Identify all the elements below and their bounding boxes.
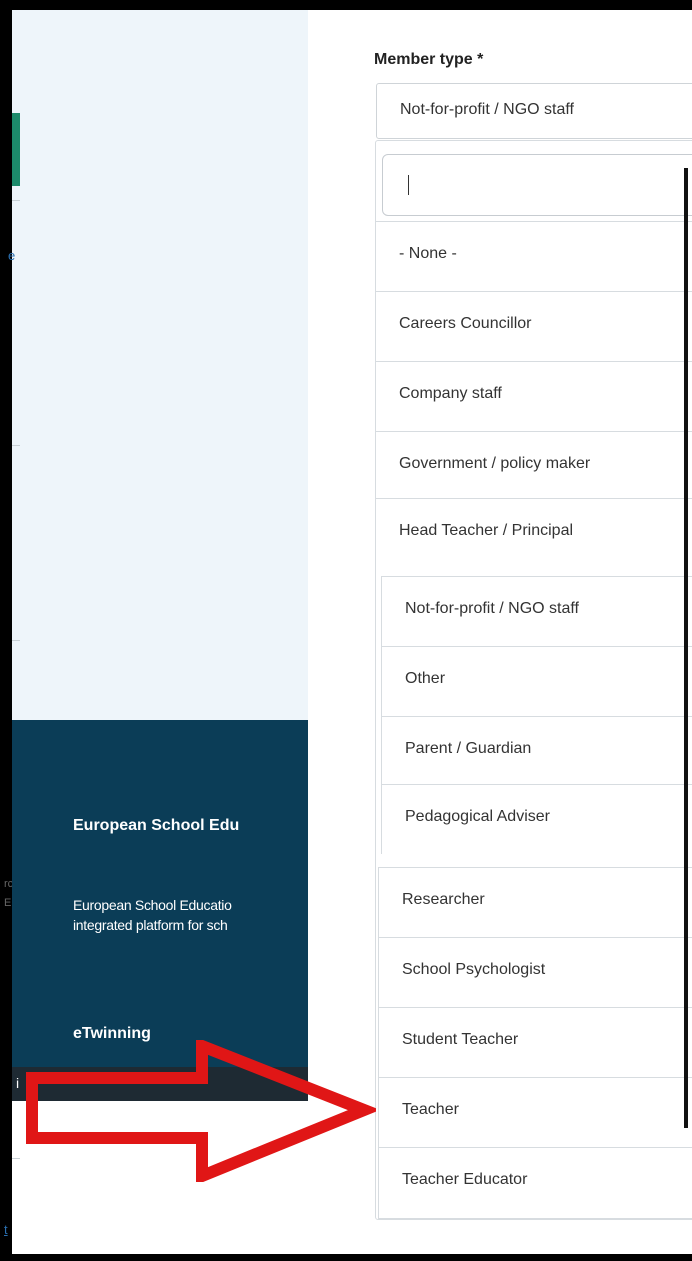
dropdown-option[interactable]: Government / policy maker bbox=[375, 431, 692, 501]
option-label: Government / policy maker bbox=[399, 455, 591, 472]
footer-description-line: integrated platform for sch bbox=[73, 917, 228, 933]
text-fragment: t bbox=[4, 1222, 8, 1237]
option-label: - None - bbox=[399, 245, 457, 262]
option-label: Teacher Educator bbox=[402, 1171, 528, 1188]
option-label: Pedagogical Adviser bbox=[405, 808, 550, 825]
option-label: Researcher bbox=[402, 891, 485, 908]
dropdown-option[interactable]: Company staff bbox=[375, 361, 692, 431]
dropdown-option[interactable]: Teacher bbox=[378, 1077, 692, 1147]
dropdown-option[interactable]: Pedagogical Adviser bbox=[381, 784, 692, 854]
dropdown-option[interactable]: Student Teacher bbox=[378, 1007, 692, 1077]
footer-title: European School Edu bbox=[73, 817, 240, 834]
text-fragment: i bbox=[16, 1075, 20, 1091]
text-fragment: e bbox=[8, 248, 16, 263]
dropdown-option[interactable]: Not-for-profit / NGO staff bbox=[381, 576, 692, 646]
option-label: Other bbox=[405, 670, 446, 687]
dropdown-option[interactable]: - None - bbox=[375, 221, 692, 291]
option-label: School Psychologist bbox=[402, 961, 546, 978]
option-label: Careers Councillor bbox=[399, 315, 532, 332]
dropdown-option[interactable]: Parent / Guardian bbox=[381, 716, 692, 786]
dropdown-option[interactable]: Head Teacher / Principal bbox=[375, 498, 692, 568]
site-footer bbox=[12, 720, 308, 1067]
divider bbox=[12, 640, 20, 641]
option-label: Head Teacher / Principal bbox=[399, 522, 574, 539]
page-background bbox=[12, 10, 308, 720]
divider bbox=[12, 200, 20, 201]
option-label: Parent / Guardian bbox=[405, 740, 532, 757]
option-label: Teacher bbox=[402, 1101, 459, 1118]
divider bbox=[12, 1158, 20, 1159]
annotation-arrow-icon bbox=[26, 1040, 376, 1182]
text-cursor bbox=[408, 175, 409, 195]
dropdown-option[interactable]: Researcher bbox=[378, 867, 692, 937]
selected-value: Not-for-profit / NGO staff bbox=[400, 101, 574, 118]
screenshot-border bbox=[684, 168, 688, 1128]
dropdown-option[interactable]: Teacher Educator bbox=[378, 1147, 692, 1219]
member-type-label: Member type * bbox=[374, 51, 484, 68]
footer-description-line: European School Educatio bbox=[73, 897, 232, 913]
footer-description: European School Educatio integrated plat… bbox=[73, 895, 308, 935]
text-fragment: E bbox=[4, 897, 12, 909]
option-label: Not-for-profit / NGO staff bbox=[405, 600, 579, 617]
dropdown-search-input[interactable] bbox=[382, 154, 692, 216]
divider bbox=[12, 445, 20, 446]
dropdown-option[interactable]: Other bbox=[381, 646, 692, 716]
member-type-select[interactable]: Not-for-profit / NGO staff bbox=[376, 83, 692, 139]
dropdown-option[interactable]: Careers Councillor bbox=[375, 291, 692, 361]
option-label: Student Teacher bbox=[402, 1031, 519, 1048]
option-label: Company staff bbox=[399, 385, 502, 402]
accent-bar bbox=[12, 113, 20, 186]
dropdown-option[interactable]: School Psychologist bbox=[378, 937, 692, 1007]
